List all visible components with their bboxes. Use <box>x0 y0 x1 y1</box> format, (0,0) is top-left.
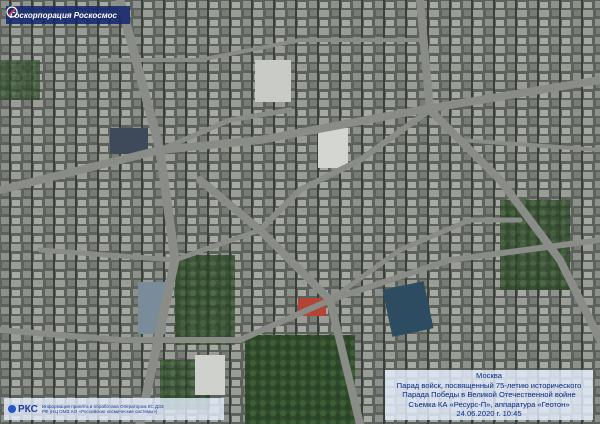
roscosmos-logo-icon <box>6 6 18 18</box>
satellite-image: Госкорпорация Роскосмос Москва Парад вой… <box>0 0 600 424</box>
rks-logo-icon <box>8 405 16 413</box>
caption-line3: Съемка КА «Ресурс-П», аппаратура «Геотон… <box>408 399 570 409</box>
roscosmos-logo-text: Госкорпорация Роскосмос <box>10 10 117 20</box>
caption-line1: Парад войск, посвященный 75-летию истори… <box>396 380 582 390</box>
caption-date: 24.06.2020 г. 10:45 <box>456 409 522 419</box>
footer-line2: РФ (НЦ ОМЗ АО «Российские космические си… <box>41 409 158 414</box>
rks-logo: РКС <box>8 404 38 415</box>
city-aerial-view <box>0 0 600 424</box>
rks-logo-text: РКС <box>18 403 38 415</box>
caption-line2: Парада Победы в Великой Отечественной во… <box>402 390 576 400</box>
caption-city: Москва <box>476 371 502 380</box>
image-caption: Москва Парад войск, посвященный 75-летию… <box>385 370 593 420</box>
footer-fine-print: Информация принята и обработана Оператор… <box>42 404 164 415</box>
rks-footer: РКС Информация принята и обработана Опер… <box>4 398 224 420</box>
roscosmos-logo: Госкорпорация Роскосмос <box>6 6 130 24</box>
